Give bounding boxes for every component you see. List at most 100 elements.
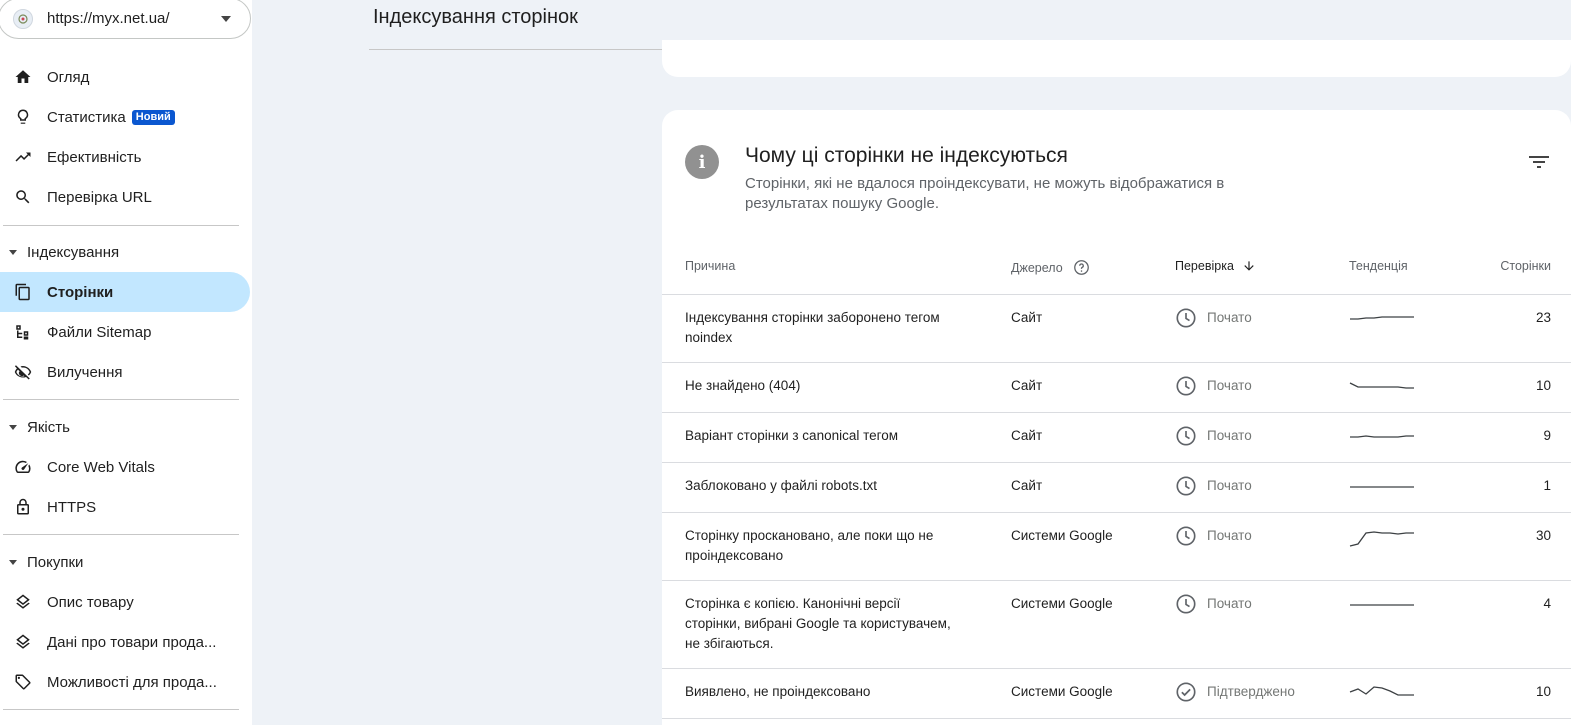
reason-cell: Заблоковано у файлі robots.txt bbox=[685, 478, 877, 493]
sidebar-item-removals[interactable]: Вилучення bbox=[0, 352, 250, 392]
property-selector[interactable]: https://myx.net.ua/ bbox=[0, 0, 251, 39]
column-header-reason[interactable]: Причина bbox=[685, 259, 735, 273]
clock-icon bbox=[1176, 426, 1196, 446]
sidebar-item-label: Файли Sitemap bbox=[47, 323, 152, 341]
trend-line bbox=[1350, 316, 1414, 320]
card-title: Чому ці сторінки не індексуються bbox=[745, 144, 1068, 167]
sidebar-divider bbox=[3, 709, 239, 710]
pages-count-cell: 4 bbox=[1543, 596, 1551, 611]
new-badge: Новий bbox=[131, 109, 175, 125]
column-header-trend[interactable]: Тенденція bbox=[1349, 259, 1408, 273]
sidebar-item-label: Перевірка URL bbox=[47, 188, 152, 206]
table-row[interactable]: Виявлено, не проіндексовано Системи Googl… bbox=[662, 669, 1571, 719]
sidebar-item-overview[interactable]: Огляд bbox=[0, 57, 250, 97]
table-row[interactable]: Заблоковано у файлі robots.txt Сайт Почато… bbox=[662, 463, 1571, 513]
table-row[interactable]: Варіант сторінки з canonical тегом Сайт По… bbox=[662, 413, 1571, 463]
column-header-label: Джерело bbox=[1011, 260, 1063, 275]
sidebar-divider bbox=[3, 534, 239, 535]
validation-label: Почато bbox=[1207, 528, 1252, 543]
section-quality[interactable]: Якість bbox=[0, 412, 70, 442]
source-cell: Сайт bbox=[1011, 428, 1043, 443]
table-row[interactable]: Індексування сторінки заборонено тегом n… bbox=[662, 295, 1571, 363]
source-cell: Сайт bbox=[1011, 310, 1043, 325]
clock-icon bbox=[1176, 594, 1196, 614]
validation-cell: Почато bbox=[1175, 525, 1252, 547]
pages-count-cell: 30 bbox=[1535, 528, 1551, 543]
trend-sparkline bbox=[1349, 531, 1414, 547]
section-shopping[interactable]: Покупки bbox=[0, 547, 83, 577]
reason-cell: Варіант сторінки з canonical тегом bbox=[685, 428, 899, 443]
tag-icon bbox=[14, 673, 32, 691]
table-row[interactable]: Сторінка є копією. Канонічні версії стор… bbox=[662, 581, 1571, 669]
validation-label: Почато bbox=[1207, 378, 1252, 393]
validation-cell: Почато bbox=[1175, 375, 1252, 397]
column-header-validation[interactable]: Перевірка bbox=[1175, 259, 1256, 273]
source-cell: Системи Google bbox=[1011, 596, 1113, 611]
validation-label: Почато bbox=[1207, 478, 1252, 493]
sidebar-divider bbox=[3, 225, 239, 226]
source-cell: Системи Google bbox=[1011, 528, 1113, 543]
sidebar-item-pages[interactable]: Сторінки bbox=[0, 272, 250, 312]
sidebar-item-label: Ефективність bbox=[47, 148, 142, 166]
collapse-arrow-icon bbox=[9, 249, 17, 255]
sidebar-item-performance[interactable]: Ефективність bbox=[0, 137, 250, 177]
sidebar-item-sitemaps[interactable]: Файли Sitemap bbox=[0, 312, 250, 352]
home-icon bbox=[14, 68, 32, 86]
validation-label: Почато bbox=[1207, 310, 1252, 325]
section-indexing[interactable]: Індексування bbox=[0, 237, 119, 267]
sidebar: https://myx.net.ua/ Огляд Статистика Нов… bbox=[0, 0, 252, 725]
trend-line bbox=[1349, 382, 1414, 389]
sidebar-item-label: Огляд bbox=[47, 68, 90, 86]
source-cell: Сайт bbox=[1011, 478, 1043, 493]
sidebar-item-label: Вилучення bbox=[47, 363, 123, 381]
sidebar-item-label: Опис товару bbox=[47, 593, 134, 611]
sidebar-item-label: Сторінки bbox=[47, 283, 114, 301]
validation-cell: Почато bbox=[1175, 475, 1252, 497]
validation-label: Підтверджено bbox=[1207, 684, 1295, 699]
info-icon: i bbox=[685, 145, 719, 179]
sidebar-item-label: Статистика bbox=[47, 108, 126, 126]
sidebar-item-insights[interactable]: Статистика Новий bbox=[0, 97, 250, 137]
sidebar-item-url-inspection[interactable]: Перевірка URL bbox=[0, 177, 250, 217]
sidebar-item-shopping-tab[interactable]: Можливості для прода... bbox=[0, 662, 250, 702]
validation-cell: Почато bbox=[1175, 307, 1252, 329]
sidebar-item-product-snippets[interactable]: Опис товару bbox=[0, 582, 250, 622]
sidebar-item-merchant-listings[interactable]: Дані про товари прода... bbox=[0, 622, 250, 662]
clock-icon bbox=[1176, 308, 1196, 328]
collapse-arrow-icon bbox=[9, 424, 17, 430]
trend-sparkline bbox=[1350, 435, 1414, 438]
pages-icon bbox=[14, 283, 32, 301]
help-icon[interactable] bbox=[1073, 259, 1090, 276]
speed-icon bbox=[14, 458, 32, 476]
pages-count-cell: 9 bbox=[1543, 428, 1551, 443]
reason-cell: Виявлено, не проіндексовано bbox=[685, 684, 871, 699]
arrow-down-icon bbox=[1244, 261, 1254, 271]
chevron-down-icon[interactable] bbox=[221, 15, 231, 22]
sidebar-item-label: Дані про товари прода... bbox=[47, 633, 217, 651]
lock-icon bbox=[14, 498, 32, 516]
reason-cell: Сторінка є копією. Канонічні версії стор… bbox=[685, 596, 951, 651]
trend-line bbox=[1349, 686, 1414, 696]
source-cell: Сайт bbox=[1011, 378, 1043, 393]
not-indexed-card: i Чому ці сторінки не індексуються Сторі… bbox=[662, 110, 1571, 725]
table-row[interactable]: Не знайдено (404) Сайт Почато 10 bbox=[662, 363, 1571, 413]
section-title: Покупки bbox=[27, 553, 84, 571]
trend-line bbox=[1350, 435, 1414, 438]
sidebar-item-https[interactable]: HTTPS bbox=[0, 487, 250, 527]
sidebar-item-core-web-vitals[interactable]: Core Web Vitals bbox=[0, 447, 250, 487]
table-row[interactable]: Сторінку проскановано, але поки що не пр… bbox=[662, 513, 1571, 581]
site-favicon-icon bbox=[13, 8, 33, 29]
sitemap-icon bbox=[14, 323, 32, 341]
card-subtitle: Сторінки, які не вдалося проіндексувати,… bbox=[745, 175, 1225, 212]
column-header-label: Перевірка bbox=[1175, 259, 1234, 273]
filter-icon[interactable] bbox=[1529, 154, 1549, 170]
section-title: Якість bbox=[27, 418, 70, 436]
column-header-source[interactable]: Джерело bbox=[1011, 259, 1090, 276]
sidebar-item-label: HTTPS bbox=[47, 498, 97, 516]
trend-sparkline bbox=[1349, 686, 1414, 696]
column-header-pages[interactable]: Сторінки bbox=[1500, 259, 1551, 273]
layers-icon bbox=[14, 633, 32, 651]
sidebar-item-label: Core Web Vitals bbox=[47, 458, 155, 476]
sidebar-divider bbox=[3, 399, 239, 400]
reason-cell: Не знайдено (404) bbox=[685, 378, 801, 393]
